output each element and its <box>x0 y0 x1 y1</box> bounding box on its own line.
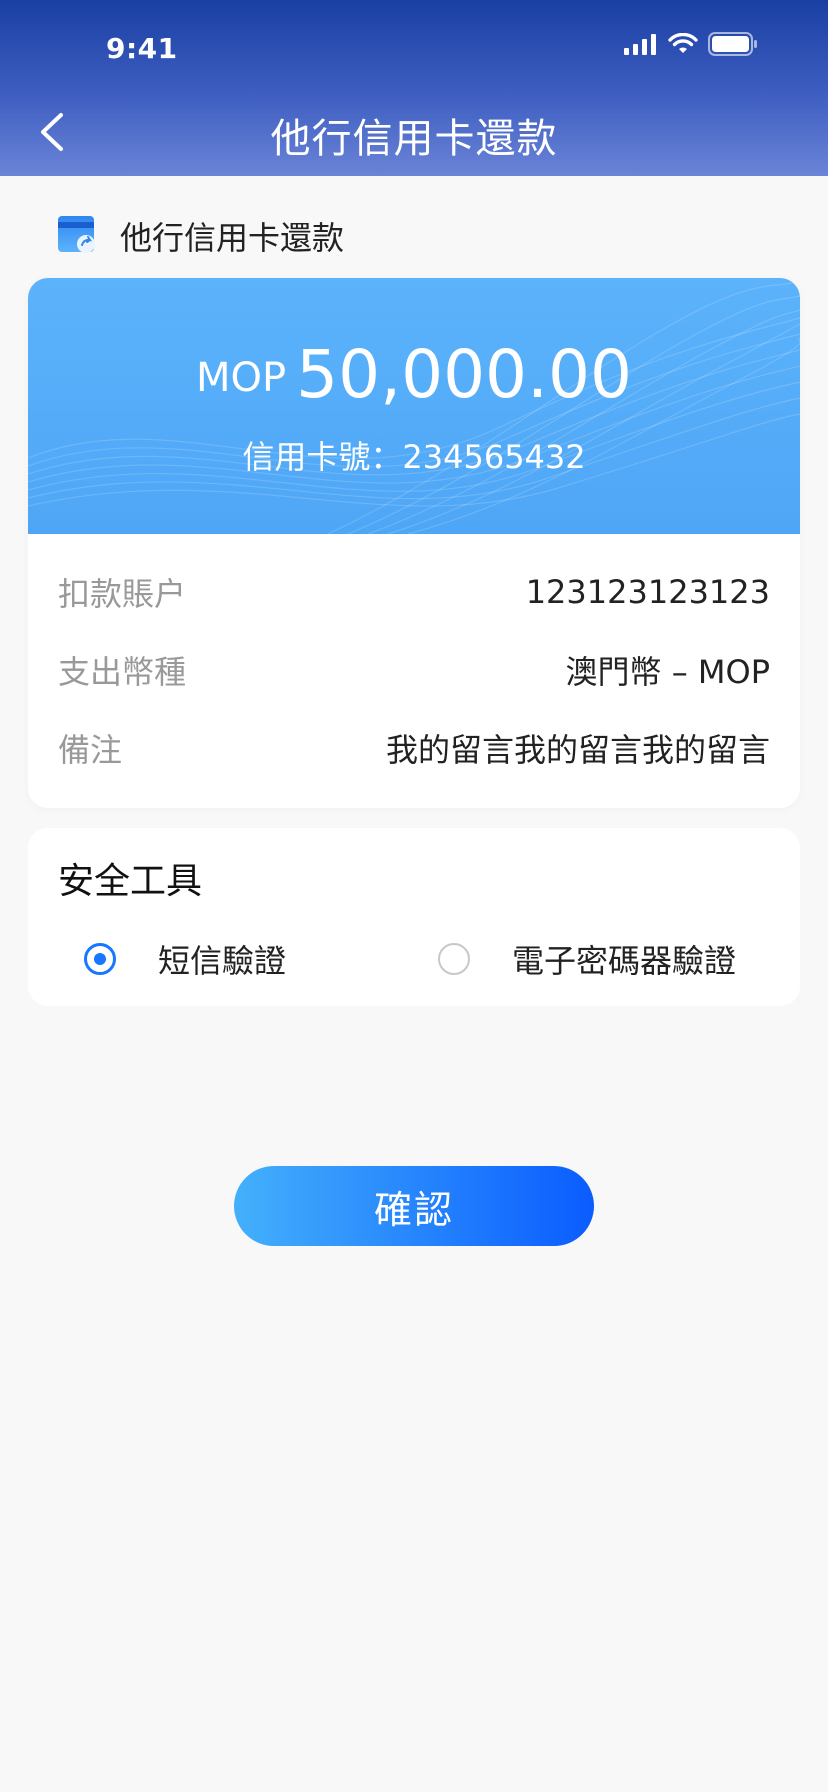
confirm-button[interactable]: 確認 <box>234 1166 594 1246</box>
amount-display: MOP 50,000.00 <box>28 336 800 413</box>
amount-banner: MOP 50,000.00 信用卡號：234565432 <box>28 278 800 534</box>
detail-label: 備注 <box>58 731 123 769</box>
page: 9:41 他行信用卡還款 他行信用卡還款 MOP 50,000.00 信用卡號：… <box>0 0 828 1792</box>
card-transfer-icon <box>58 214 96 258</box>
radio-label: 短信驗證 <box>158 942 287 980</box>
detail-value: 我的留言我的留言我的留言 <box>385 731 770 769</box>
page-title: 他行信用卡還款 <box>270 116 558 162</box>
header: 9:41 他行信用卡還款 <box>0 0 828 176</box>
radio-selected-icon[interactable] <box>84 943 116 975</box>
detail-row-account: 扣款賬户 123123123123 <box>58 570 770 614</box>
sms-verification-option[interactable]: 短信驗證 <box>84 936 286 982</box>
detail-label: 支出幣種 <box>58 653 187 691</box>
amount-value: 50,000.00 <box>296 336 633 413</box>
battery-icon <box>708 32 758 60</box>
security-tools-card: 安全工具 短信驗證 電子密碼器驗證 <box>28 828 800 1006</box>
amount-currency: MOP <box>195 355 287 401</box>
security-tools-title: 安全工具 <box>58 861 203 902</box>
token-verification-option[interactable]: 電子密碼器驗證 <box>438 936 736 982</box>
detail-row-currency: 支出幣種 澳門幣 – MOP <box>58 648 770 692</box>
detail-row-remark: 備注 我的留言我的留言我的留言 <box>58 726 770 770</box>
status-time: 9:41 <box>106 32 178 65</box>
radio-label: 電子密碼器驗證 <box>512 942 737 980</box>
detail-label: 扣款賬户 <box>58 575 187 613</box>
card-number-line: 信用卡號：234565432 <box>28 432 800 478</box>
section-header: 他行信用卡還款 <box>58 214 345 258</box>
cellular-signal-icon <box>624 33 658 59</box>
card-number: 234565432 <box>402 438 586 476</box>
section-title: 他行信用卡還款 <box>120 219 345 257</box>
card-number-label: 信用卡號： <box>242 438 403 476</box>
payment-summary-card: MOP 50,000.00 信用卡號：234565432 扣款賬户 1231231… <box>28 278 800 808</box>
status-icons <box>624 32 758 60</box>
wifi-icon <box>668 32 698 59</box>
detail-value: 澳門幣 – MOP <box>565 653 770 691</box>
detail-value: 123123123123 <box>525 573 770 611</box>
radio-unselected-icon[interactable] <box>438 943 470 975</box>
